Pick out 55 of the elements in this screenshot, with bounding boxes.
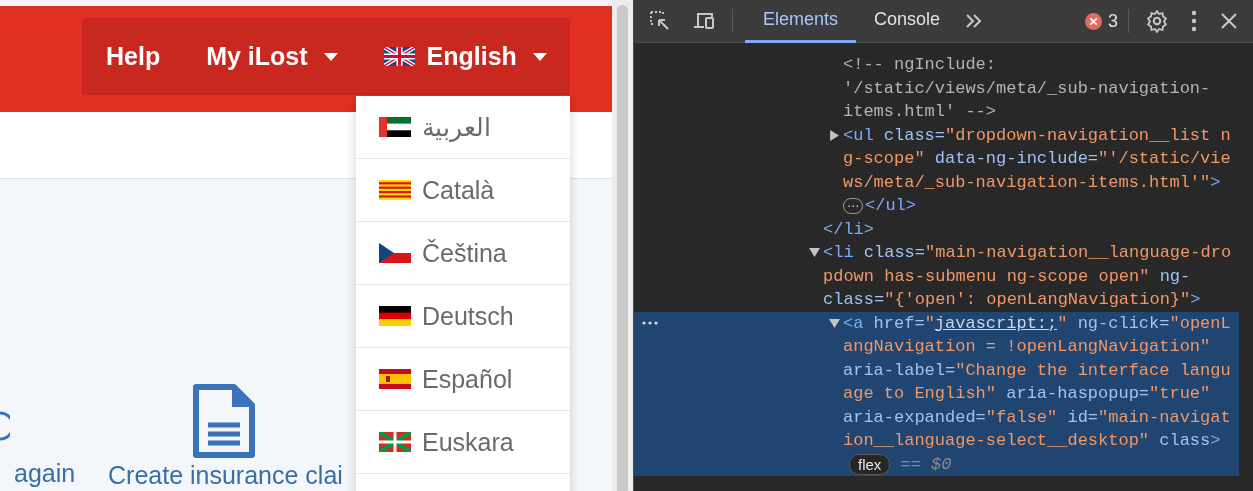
devtools-tab[interactable]: Elements [745,0,857,43]
document-icon [192,383,257,459]
flag-icon [379,306,411,326]
flag-icon [379,243,411,263]
create-claim-link[interactable]: Create insurance clai [108,461,343,490]
nav-link[interactable]: English [383,42,547,71]
language-option[interactable]: Español [356,348,570,411]
more-icon[interactable] [642,320,658,325]
settings-icon[interactable] [1145,9,1169,33]
expanded-triangle-icon[interactable] [809,247,820,259]
code-line: ion__language-select__desktop" class> [843,431,1221,451]
flag-icon [379,369,411,389]
code-line: g-scope" data-ng-include="'/static/vie [843,149,1231,169]
code-row[interactable]: <ul class="dropdown-navigation__list n [634,123,1239,147]
code-line: items.html' --> [843,102,997,122]
devtools-tab[interactable]: Console [856,0,959,43]
link[interactable]: again [14,459,76,488]
flag-icon [379,117,411,137]
nav-link[interactable]: Help [106,42,161,71]
language-option[interactable]: العربية [356,96,570,159]
code-row[interactable]: <li class="main-navigation__language-dro [634,241,1239,265]
error-icon [1085,12,1102,30]
nav-link[interactable]: My iLost [206,42,338,71]
flag-icon [379,180,411,200]
code-line: </ul> [865,196,916,216]
code-line: aria-label="Change the interface langu [843,360,1231,380]
flag-icon [379,432,411,452]
node-reference: == $0 [900,454,952,474]
code-line: <ul class="dropdown-navigation__list n [843,125,1231,145]
code-line: aria-expanded="false" id="main-navigat [843,407,1231,427]
flex-badge[interactable]: flex [849,453,891,475]
collapsed-triangle-icon[interactable] [829,129,840,141]
language-option[interactable]: Català [356,159,570,222]
code-row[interactable]: <!-- ngInclude: [634,53,1239,77]
code-line: <li class="main-navigation__language-dro [823,243,1232,263]
code-line: <!-- ngInclude: [843,55,997,75]
code-line: <a href="javascript:;" ng-click="openL [843,313,1231,333]
code-link[interactable]: javascript:; [934,313,1058,333]
code-row[interactable]: <a href="javascript:;" ng-click="openL [634,311,1239,335]
language-option[interactable]: Deutsch [356,285,570,348]
code-line: class="{'open': openLangNavigation}"> [823,290,1201,310]
kebab-menu-icon[interactable] [1191,10,1197,32]
code-line: angNavigation = !openLangNavigation" [843,337,1211,357]
language-option[interactable]: Euskara [356,411,570,474]
code-line: '/static/views/meta/_sub-navigation- [843,78,1211,98]
code-line: age to English" aria-haspopup="true" [843,384,1211,404]
error-counter[interactable]: 3 [1085,10,1118,32]
code-line: </li> [823,219,874,239]
scrollbar-thumb[interactable] [617,5,628,491]
code-line: ws/meta/_sub-navigation-items.html'"> [843,172,1221,192]
code-line: pdown has-submenu ng-scope open" ng- [823,266,1191,286]
language-option[interactable]: Čeština [356,222,570,285]
uk-flag-icon [383,47,415,66]
close-icon[interactable] [1219,11,1239,31]
expanded-triangle-icon[interactable] [829,317,840,329]
